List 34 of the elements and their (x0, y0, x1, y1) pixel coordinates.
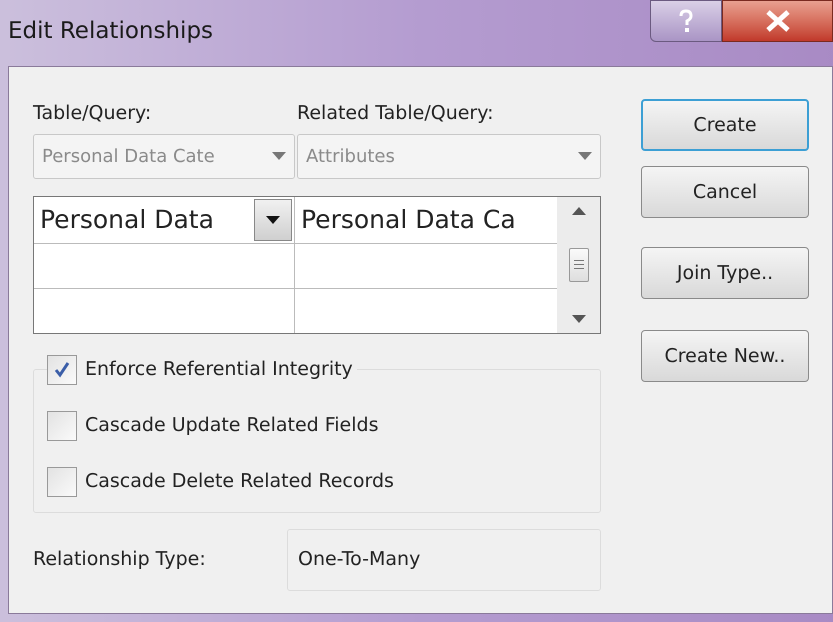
dropdown-arrow-icon (272, 152, 286, 160)
scroll-down-icon (572, 314, 586, 322)
checkbox[interactable] (47, 410, 77, 440)
dropdown-value: Attributes (306, 144, 395, 168)
grid-cell[interactable]: Personal Data Ca (295, 196, 557, 242)
scroll-up-icon (572, 206, 586, 214)
field-label: Relationship Type: (33, 547, 207, 572)
help-icon (678, 9, 694, 33)
help-button[interactable] (650, 0, 722, 42)
checkbox[interactable] (47, 354, 77, 384)
dropdown-arrow-icon (578, 152, 592, 160)
checkbox[interactable] (47, 466, 77, 496)
window-title: Edit Relationships (8, 17, 214, 46)
dialog-button[interactable]: Join Type.. (641, 247, 809, 299)
checkbox-label: Enforce Referential Integrity (85, 357, 353, 382)
scrollbar[interactable] (557, 196, 600, 332)
scroll-thumb[interactable] (568, 248, 588, 282)
relationship-type-value: One-To-Many (287, 528, 601, 590)
field-label: Table/Query: (33, 101, 152, 126)
dialog-button[interactable]: Create (641, 99, 809, 151)
close-button[interactable] (722, 0, 833, 42)
dropdown-value: Personal Data Cate (42, 144, 215, 168)
checkbox-label: Cascade Update Related Fields (85, 413, 378, 438)
dropdown-arrow-icon (266, 216, 280, 224)
checkbox-label: Cascade Delete Related Records (85, 469, 394, 494)
field-name: Personal Data (40, 204, 214, 236)
dialog-button[interactable]: Cancel (641, 166, 809, 218)
dialog-button[interactable]: Create New.. (641, 330, 809, 382)
field-label: Related Table/Query: (297, 101, 494, 126)
field-name: Personal Data Ca (301, 204, 516, 236)
cell-dropdown-button[interactable] (254, 198, 292, 240)
grid-cell[interactable]: Personal Data (34, 196, 295, 242)
checkmark-icon (54, 362, 70, 378)
close-icon (764, 10, 790, 32)
